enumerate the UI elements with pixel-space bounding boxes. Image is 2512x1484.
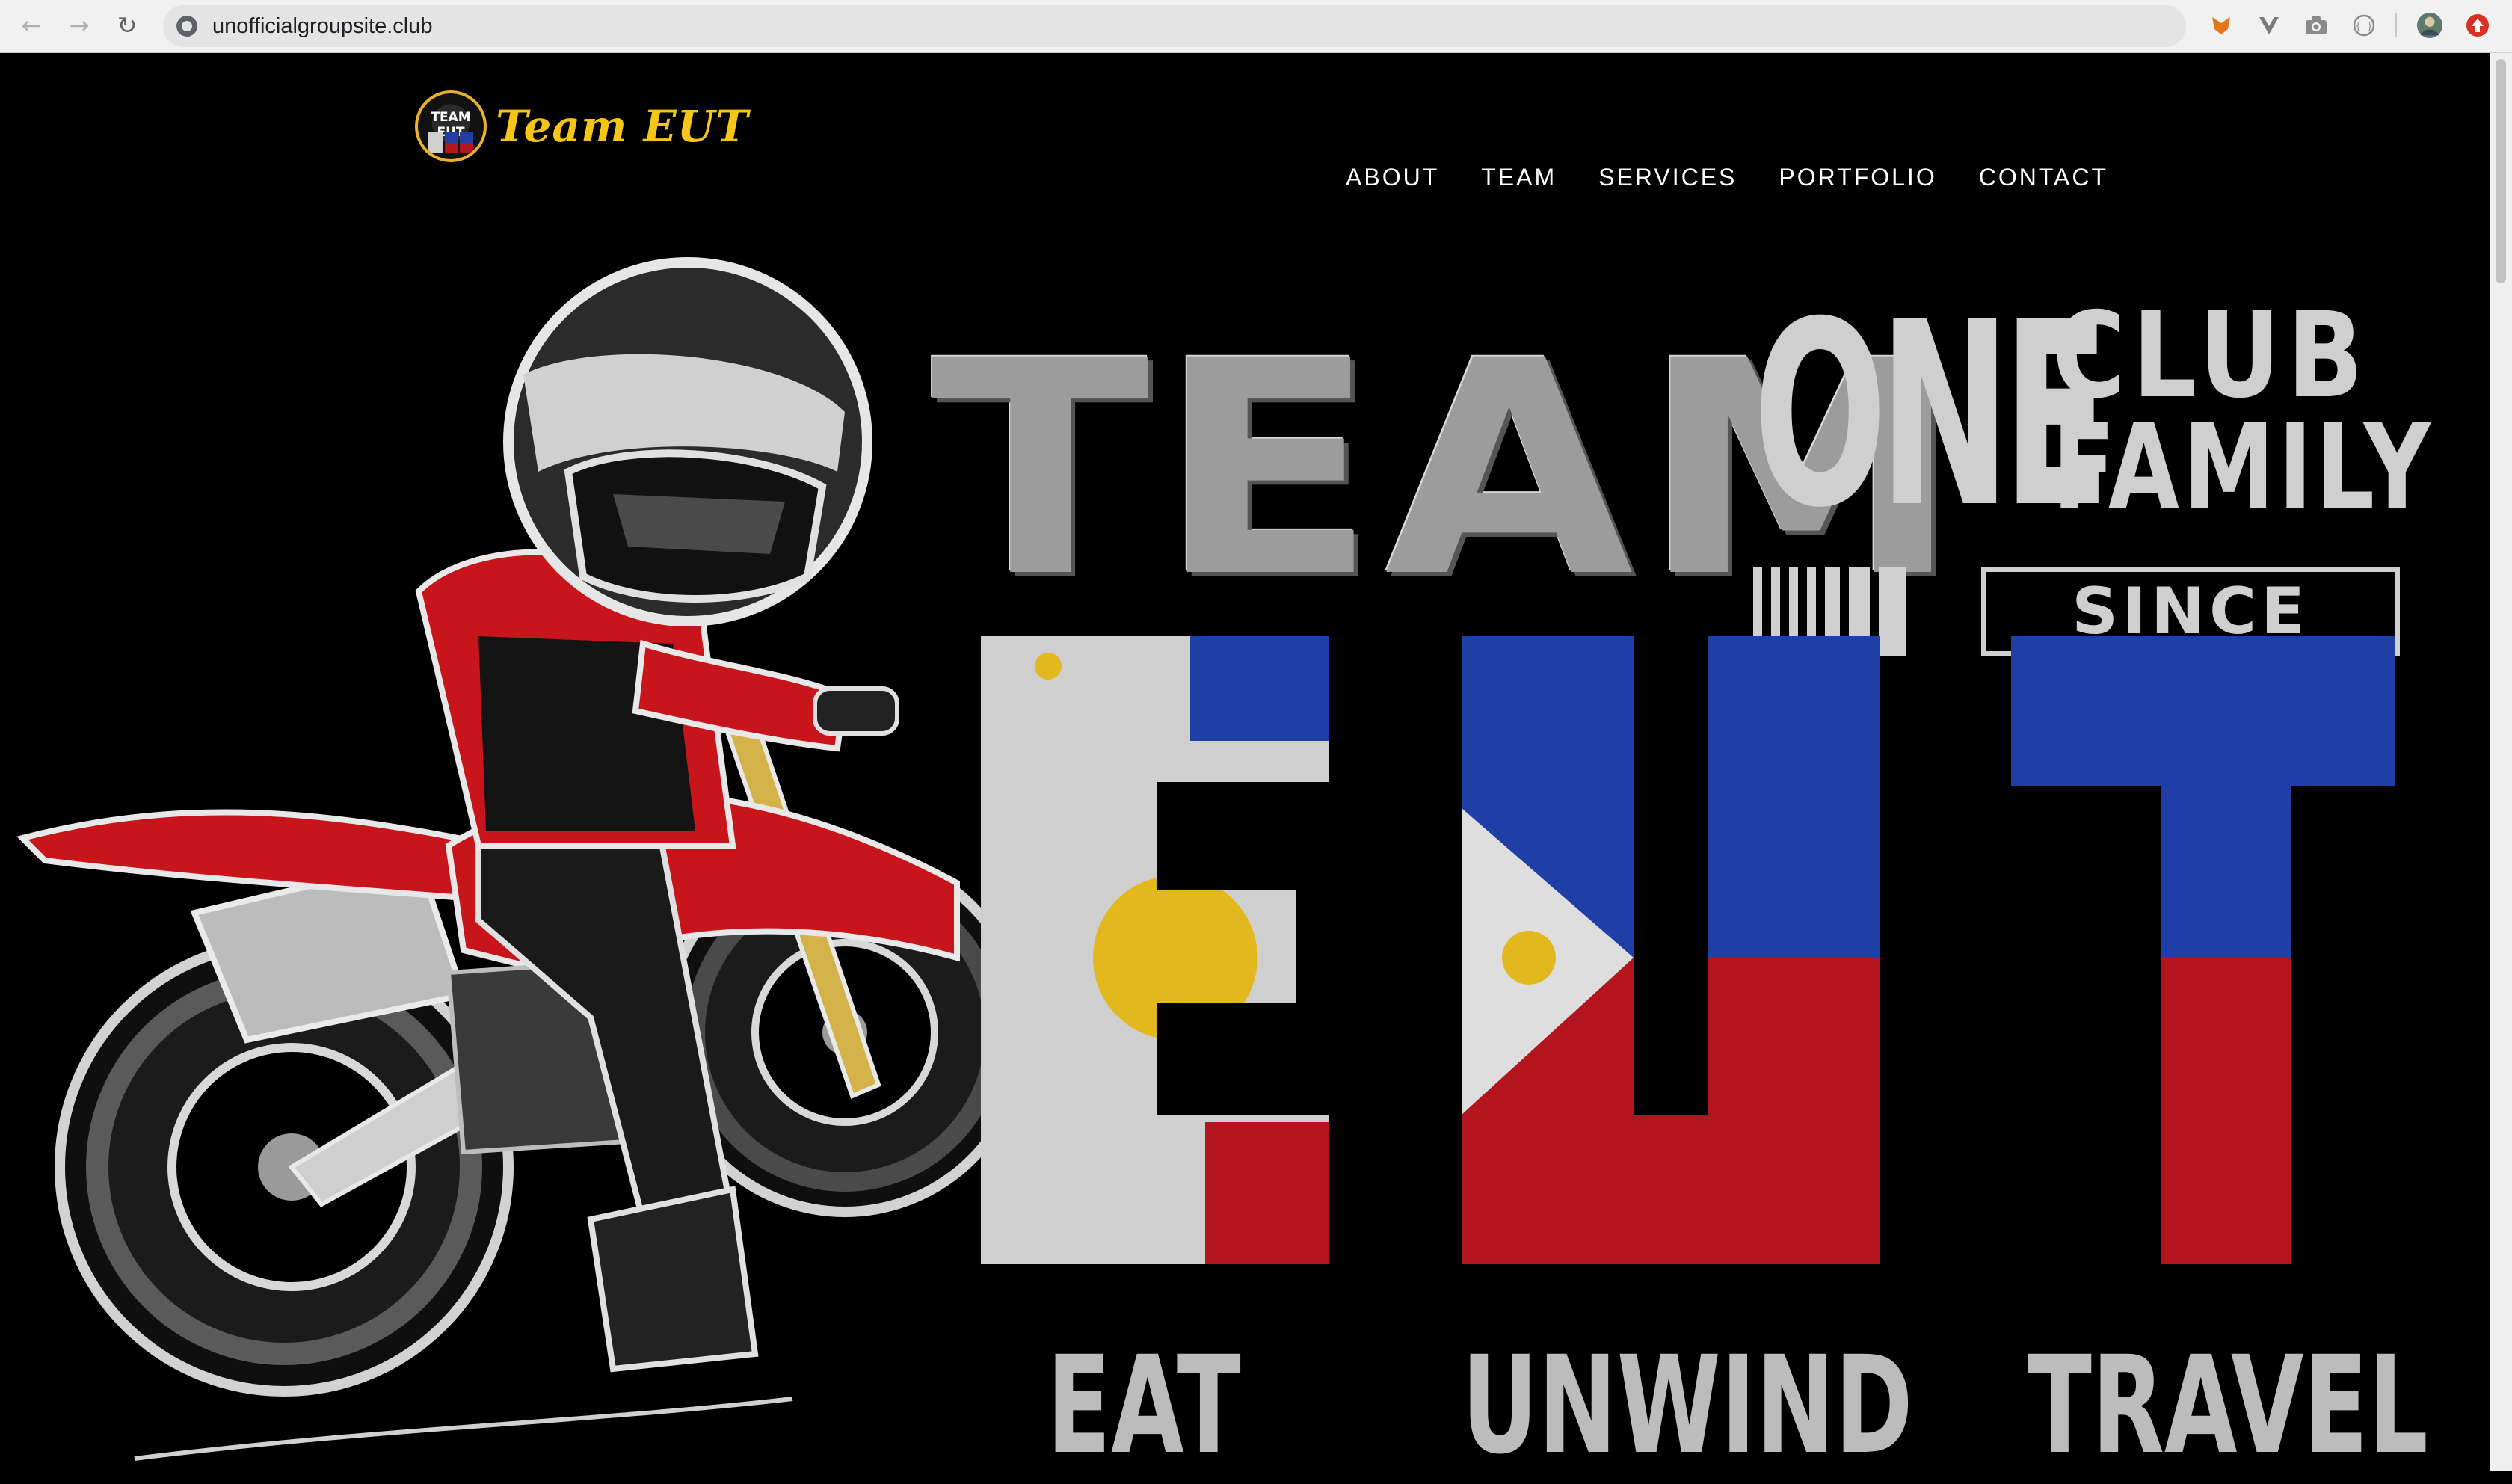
page-scrollbar[interactable] [2490, 53, 2512, 1471]
vue-extension-icon[interactable] [2256, 12, 2282, 39]
hero-tagline-eat: EAT [1047, 1328, 1241, 1484]
back-arrow-icon[interactable]: ← [15, 9, 48, 42]
nav-contact[interactable]: CONTACT [1979, 164, 2108, 191]
address-bar[interactable]: unofficialgroupsite.club [163, 5, 2186, 47]
hero-letter-u: U [1462, 636, 1880, 1264]
hero-tagline-travel: TRAVEL [2028, 1328, 2428, 1484]
hero-family-text: FAMILY [2052, 399, 2434, 537]
hero-club-text: CLUB [2052, 287, 2370, 425]
main-nav: ABOUT TEAM SERVICES PORTFOLIO CONTACT [1346, 164, 2150, 191]
browser-toolbar: ← → ↻ unofficialgroupsite.club { } [0, 0, 2512, 53]
hero-tagline-unwind: UNWIND [1462, 1328, 1913, 1484]
svg-text:{ }: { } [2355, 21, 2372, 32]
rider-motorbike-illustration [16, 257, 1017, 1461]
update-alert-icon[interactable] [2464, 12, 2491, 39]
site-brand[interactable]: TEAM EUT Team EUT [415, 90, 749, 162]
scrollbar-thumb[interactable] [2496, 59, 2506, 283]
hero-letter-e: E [981, 636, 1329, 1264]
brand-name[interactable]: Team EUT [496, 101, 749, 152]
profile-avatar[interactable] [2416, 12, 2443, 39]
hero-letter-t: T [2011, 636, 2395, 1264]
nav-portfolio[interactable]: PORTFOLIO [1779, 164, 1936, 191]
hero-one-text: ONE [1753, 268, 2110, 564]
code-extension-icon[interactable]: { } [2351, 12, 2377, 39]
nav-team[interactable]: TEAM [1481, 164, 1557, 191]
forward-arrow-icon[interactable]: → [63, 9, 96, 42]
nav-services[interactable]: SERVICES [1598, 164, 1737, 191]
team-eut-logo[interactable]: TEAM EUT [415, 90, 487, 162]
site-info-icon[interactable] [176, 16, 197, 37]
site-viewport: TEAM ONE CLUB FAMILY SINCE 2018 [0, 53, 2490, 1484]
address-bar-url[interactable]: unofficialgroupsite.club [212, 5, 433, 47]
nav-about[interactable]: ABOUT [1346, 164, 1439, 191]
fox-extension-icon[interactable] [2208, 12, 2235, 39]
camera-extension-icon[interactable] [2303, 12, 2330, 39]
reload-icon[interactable]: ↻ [111, 9, 144, 42]
toolbar-divider [2395, 13, 2397, 37]
